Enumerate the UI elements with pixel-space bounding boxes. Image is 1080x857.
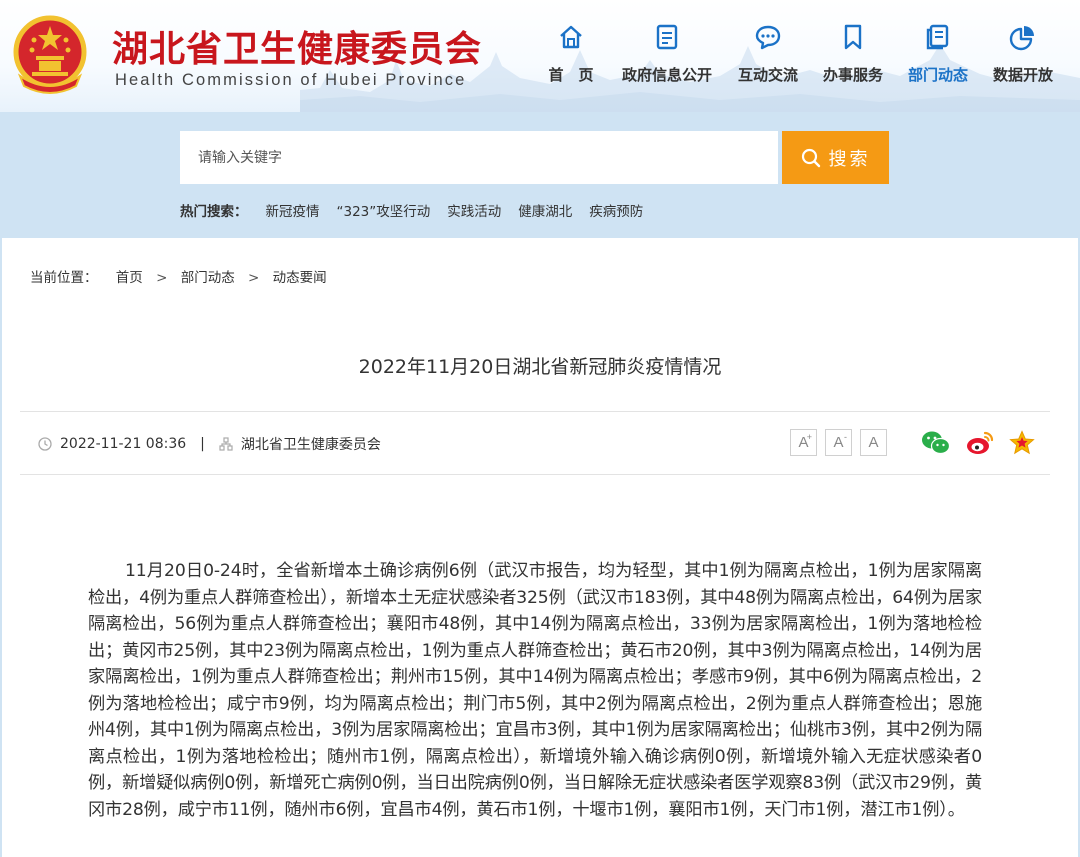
share-bar: [921, 429, 1035, 456]
meta-separator: |: [200, 436, 205, 452]
article-body: 11月20日0-24时，全省新增本土确诊病例6例（武汉市报告，均为轻型，其中1例…: [88, 561, 982, 820]
news-icon: [926, 24, 949, 50]
breadcrumb-item-dept-news[interactable]: 部门动态: [181, 266, 235, 286]
site-header: 湖北省卫生健康委员会 Health Commission of Hubei Pr…: [0, 0, 1080, 112]
nav-item-open-data[interactable]: 数据开放: [968, 20, 1078, 100]
breadcrumb-item-news-highlights[interactable]: 动态要闻: [273, 266, 327, 286]
breadcrumb-prefix: 当前位置：: [30, 270, 98, 286]
article-meta: 2022-11-21 08:36 | 湖北省卫生健康委员会: [38, 434, 381, 454]
document-icon: [656, 24, 678, 50]
search-button-label: 搜索: [828, 148, 871, 170]
hot-link[interactable]: 实践活动: [447, 200, 501, 220]
hot-searches: 热门搜索： 新冠疫情 “323”攻坚行动 实践活动 健康湖北 疾病预防: [180, 200, 660, 220]
hot-link[interactable]: 新冠疫情: [266, 200, 320, 220]
search-input[interactable]: [180, 131, 778, 184]
article-tools: A + A- A: [790, 429, 1035, 456]
breadcrumb: 当前位置： 首页 > 部门动态 > 动态要闻: [30, 266, 327, 286]
divider: [20, 474, 1050, 475]
hot-link[interactable]: 健康湖北: [518, 200, 572, 220]
divider: [20, 411, 1050, 412]
font-size-increase-button[interactable]: A +: [790, 429, 817, 456]
breadcrumb-item-home[interactable]: 首页: [116, 266, 143, 286]
search-icon: [801, 148, 820, 167]
home-icon: [560, 25, 582, 49]
nav-item-home[interactable]: 首 页: [516, 20, 626, 100]
pie-chart-icon: [1009, 26, 1034, 51]
article-card: 当前位置： 首页 > 部门动态 > 动态要闻 2022年11月20日湖北省新冠肺…: [2, 238, 1078, 857]
publish-date: 2022-11-21 08:36: [60, 436, 187, 452]
main-nav: 首 页 政府信息公开 互动交流 办事服务 部门动态 数据开放: [0, 20, 1080, 100]
nav-label: 政府信息公开: [621, 66, 712, 84]
source-icon: [219, 437, 233, 451]
nav-label: 数据开放: [992, 66, 1053, 84]
breadcrumb-separator: >: [156, 270, 168, 286]
search-button[interactable]: 搜索: [782, 131, 889, 184]
bookmark-icon: [844, 24, 862, 50]
hot-link[interactable]: “323”攻坚行动: [337, 200, 431, 220]
hot-link[interactable]: 疾病预防: [589, 200, 643, 220]
chat-icon: [755, 25, 781, 50]
clock-icon: [38, 437, 52, 451]
weibo-share-icon[interactable]: [965, 430, 995, 456]
article-source: 湖北省卫生健康委员会: [240, 437, 381, 453]
hot-searches-label: 热门搜索：: [180, 204, 248, 220]
breadcrumb-separator: >: [248, 270, 260, 286]
article-title: 2022年11月20日湖北省新冠肺炎疫情情况: [358, 356, 722, 378]
wechat-share-icon[interactable]: [921, 430, 951, 456]
font-size-decrease-button[interactable]: A-: [825, 429, 852, 456]
nav-item-gov-info[interactable]: 政府信息公开: [612, 20, 722, 100]
font-size-reset-button[interactable]: A: [860, 429, 887, 456]
favorite-star-icon[interactable]: [1009, 429, 1035, 456]
search-band: 搜索 热门搜索： 新冠疫情 “323”攻坚行动 实践活动 健康湖北 疾病预防: [0, 112, 1080, 238]
nav-label: 首 页: [548, 66, 594, 84]
